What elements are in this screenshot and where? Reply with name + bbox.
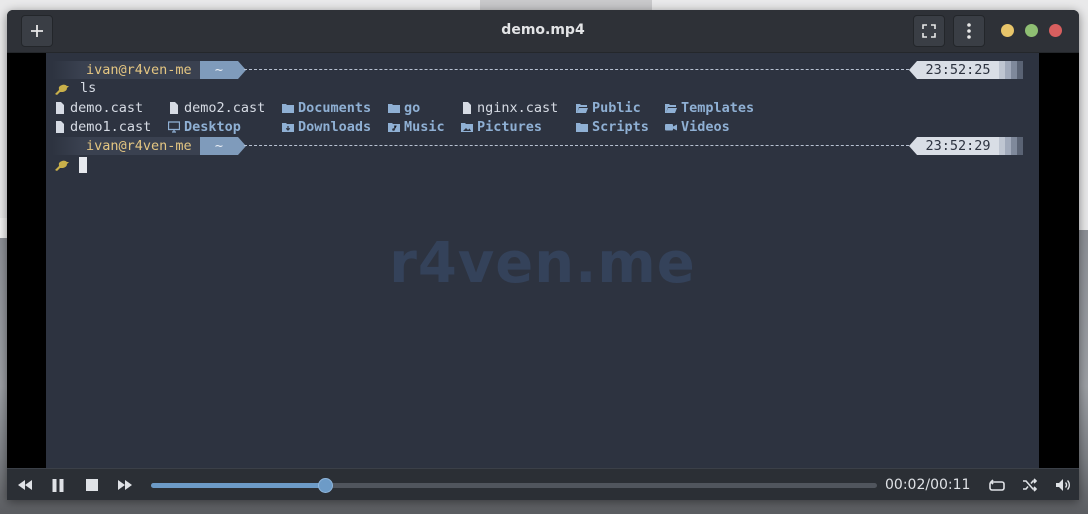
- folder-open-icon: [665, 103, 677, 113]
- menu-button[interactable]: [953, 15, 985, 47]
- ls-entry-videos: Videos: [665, 117, 730, 136]
- prompt-line-2: ivan@r4ven-me ~ 23:52:29: [46, 137, 1039, 156]
- prompt-line-1: ivan@r4ven-me ~ 23:52:25: [46, 61, 1039, 80]
- rewind-icon: [18, 480, 32, 490]
- file-icon: [463, 101, 471, 114]
- prompt-dir: ~: [200, 137, 246, 155]
- playback-controls: 00:02/00:11: [7, 468, 1079, 500]
- folder-open-icon: [576, 103, 588, 113]
- ls-entry-desktop: Desktop: [168, 117, 241, 136]
- prompt-time: 23:52:29: [909, 137, 999, 155]
- prompt-dir: ~: [200, 61, 246, 79]
- video-player-window: demo.mp4 ivan@r4ven-me ~ 23:52:25 ls dem…: [7, 10, 1079, 500]
- prompt-user: ivan@r4ven-me: [52, 61, 200, 79]
- bird-prompt-icon: [55, 160, 69, 171]
- pause-icon: [52, 478, 64, 492]
- ls-entry-music: Music: [388, 117, 445, 136]
- command-line-1: ls: [46, 79, 446, 98]
- shuffle-icon: [1023, 478, 1038, 492]
- prompt-separator: [244, 145, 909, 146]
- ls-entry-downloads: Downloads: [282, 117, 371, 136]
- maximize-button[interactable]: [1025, 24, 1038, 37]
- command-text: ls: [80, 80, 97, 96]
- ls-entry-templates: Templates: [665, 98, 754, 117]
- seek-handle[interactable]: [318, 478, 334, 493]
- prompt-fade: [999, 61, 1023, 79]
- fast-forward-icon: [118, 480, 132, 490]
- folder-image-icon: [461, 122, 473, 132]
- ls-entry-go: go: [388, 98, 420, 117]
- monitor-icon: [168, 120, 180, 133]
- file-icon: [56, 120, 64, 133]
- folder-icon: [576, 122, 588, 132]
- fast-forward-button[interactable]: [114, 475, 136, 495]
- command-line-2: [46, 155, 446, 174]
- seek-progress: [151, 483, 326, 488]
- title-bar: demo.mp4: [7, 10, 1079, 53]
- shuffle-button[interactable]: [1019, 475, 1041, 495]
- loop-button[interactable]: [986, 475, 1008, 495]
- folder-music-icon: [388, 122, 400, 132]
- prompt-fade: [999, 137, 1023, 155]
- volume-button[interactable]: [1052, 475, 1074, 495]
- ls-entry-demo-cast: demo.cast: [54, 98, 143, 117]
- rewind-button[interactable]: [14, 475, 36, 495]
- ls-entry-demo2-cast: demo2.cast: [168, 98, 265, 117]
- file-icon: [56, 101, 64, 114]
- prompt-time: 23:52:25: [909, 61, 999, 79]
- plus-icon: [31, 25, 43, 37]
- terminal-frame: ivan@r4ven-me ~ 23:52:25 ls demo.cast de…: [46, 53, 1039, 468]
- add-button[interactable]: [21, 15, 53, 47]
- terminal-cursor: [79, 157, 87, 173]
- loop-icon: [989, 478, 1005, 491]
- ls-entry-pictures: Pictures: [461, 117, 542, 136]
- ls-entry-scripts: Scripts: [576, 117, 649, 136]
- pause-button[interactable]: [47, 475, 69, 495]
- timecode: 00:02/00:11: [885, 477, 971, 493]
- close-button[interactable]: [1049, 24, 1062, 37]
- stop-icon: [86, 479, 98, 491]
- bird-prompt-icon: [55, 84, 69, 95]
- video-area[interactable]: ivan@r4ven-me ~ 23:52:25 ls demo.cast de…: [7, 53, 1079, 468]
- more-vertical-icon: [967, 23, 971, 39]
- fullscreen-icon: [922, 24, 936, 38]
- ls-entry-public: Public: [576, 98, 641, 117]
- ls-entry-nginx-cast: nginx.cast: [461, 98, 558, 117]
- desktop-background-strip: [480, 0, 652, 10]
- ls-entry-documents: Documents: [282, 98, 371, 117]
- folder-icon: [388, 103, 400, 113]
- prompt-user: ivan@r4ven-me: [52, 137, 200, 155]
- ls-entry-demo1-cast: demo1.cast: [54, 117, 151, 136]
- minimize-button[interactable]: [1001, 24, 1014, 37]
- folder-icon: [282, 103, 294, 113]
- fullscreen-button[interactable]: [913, 15, 945, 47]
- volume-icon: [1056, 479, 1070, 491]
- folder-download-icon: [282, 122, 294, 132]
- file-icon: [170, 101, 178, 114]
- watermark: r4ven.me: [389, 231, 696, 296]
- seek-bar[interactable]: [151, 478, 877, 493]
- stop-button[interactable]: [81, 475, 103, 495]
- video-camera-icon: [665, 123, 677, 130]
- prompt-separator: [244, 69, 909, 70]
